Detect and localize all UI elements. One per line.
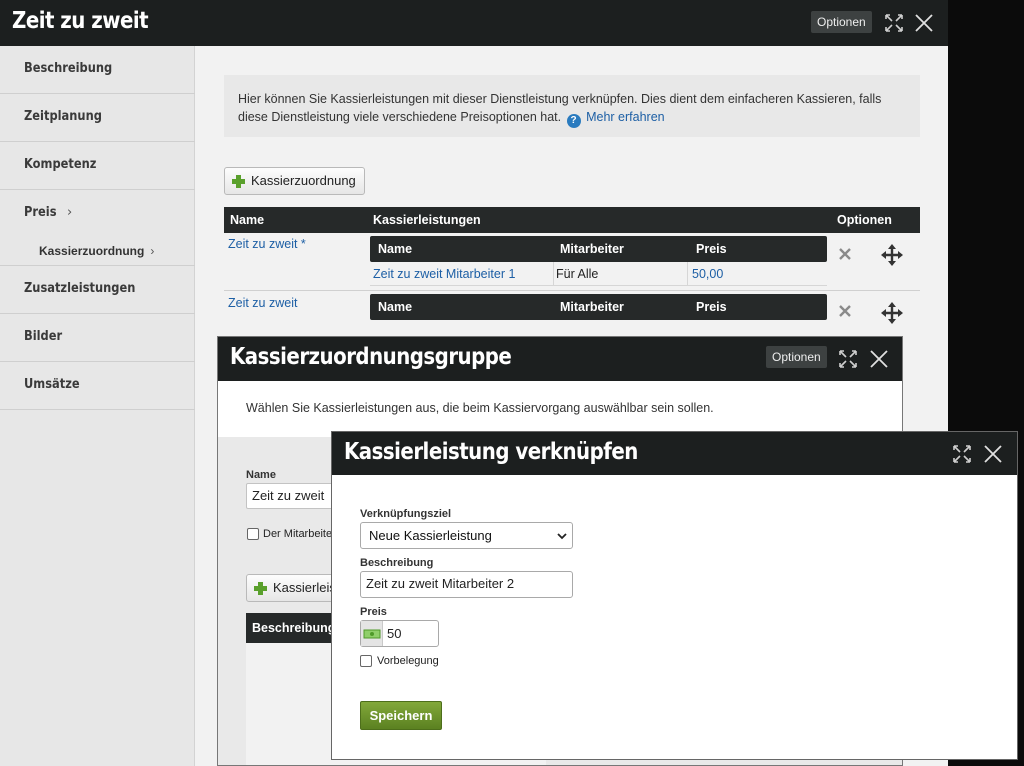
group-description: Wählen Sie Kassierleistungen aus, die be… — [218, 381, 902, 437]
sidebar-item-preis[interactable]: Preis › — [0, 190, 195, 239]
move-icon[interactable] — [880, 301, 904, 325]
info-box: Hier können Sie Kassierleistungen mit di… — [224, 75, 920, 137]
group-checkbox-label: Der Mitarbeite — [263, 528, 333, 540]
close-icon[interactable] — [869, 349, 889, 369]
price-value: 50,00 — [692, 267, 724, 281]
link-dialog-titlebar: Kassierleistung verknüpfen — [332, 432, 1017, 475]
description-input[interactable]: Zeit zu zweit Mitarbeiter 2 — [360, 571, 573, 598]
staff-value: Für Alle — [556, 267, 599, 281]
move-icon[interactable] — [880, 243, 904, 267]
vorbelegung-checkbox[interactable] — [360, 655, 372, 667]
main-window-titlebar: Zeit zu zweit Optionen — [0, 0, 948, 46]
price-input[interactable]: 50 — [360, 620, 439, 647]
close-icon[interactable] — [914, 13, 934, 33]
row-name-link[interactable]: Zeit zu zweit * — [228, 237, 306, 251]
group-options-button[interactable]: Optionen — [766, 346, 827, 368]
link-dialog-title: Kassierleistung verknüpfen — [344, 439, 638, 465]
money-icon — [361, 621, 383, 646]
table-row: Zeit zu zweit Name Mitarbeiter Preis — [224, 291, 920, 331]
sub-table-header: Name Mitarbeiter Preis — [370, 236, 827, 262]
delete-icon[interactable] — [838, 247, 852, 261]
help-icon[interactable]: ? — [566, 114, 581, 128]
column-header-name: Name — [230, 213, 265, 227]
chevron-down-icon — [557, 533, 567, 540]
kassierleistung-link[interactable]: Zeit zu zweit Mitarbeiter 1 — [373, 267, 515, 281]
main-options-button[interactable]: Optionen — [811, 11, 872, 33]
info-text: Hier können Sie Kassierleistungen mit di… — [238, 92, 882, 124]
column-header-optionen: Optionen — [837, 213, 892, 227]
expand-icon[interactable] — [838, 349, 858, 369]
sidebar-item-beschreibung[interactable]: Beschreibung — [0, 46, 195, 94]
chevron-right-icon: › — [66, 205, 73, 220]
name-label: Name — [246, 469, 276, 481]
sub-table-header: Name Mitarbeiter Preis — [370, 294, 827, 320]
sidebar-item-kompetenz[interactable]: Kompetenz — [0, 142, 195, 190]
target-select[interactable]: Neue Kassierleistung — [360, 522, 573, 549]
add-kassierzuordnung-button[interactable]: Kassierzuordnung — [224, 167, 365, 195]
sidebar-item-zeitplanung[interactable]: Zeitplanung — [0, 94, 195, 142]
table-header: Name Kassierleistungen Optionen — [224, 207, 920, 233]
chevron-right-icon: › — [150, 244, 155, 258]
expand-icon[interactable] — [884, 13, 904, 33]
delete-icon[interactable] — [838, 304, 852, 318]
sidebar-subitem-kassierzuordnung[interactable]: Kassierzuordnung › — [0, 239, 195, 266]
description-label: Beschreibung — [360, 557, 434, 569]
link-dialog: Kassierleistung verknüpfen Verknüpfungsz… — [331, 431, 1018, 760]
expand-icon[interactable] — [952, 444, 972, 464]
save-button[interactable]: Speichern — [360, 701, 442, 730]
group-checkbox[interactable] — [247, 528, 259, 540]
main-window-title: Zeit zu zweit — [12, 8, 149, 34]
group-window-titlebar: Kassierzuordnungsgruppe Optionen — [218, 337, 902, 381]
close-icon[interactable] — [983, 444, 1003, 464]
sidebar: Beschreibung Zeitplanung Kompetenz Preis… — [0, 46, 195, 766]
column-header-kassierleistungen: Kassierleistungen — [373, 213, 481, 227]
vorbelegung-label: Vorbelegung — [377, 655, 439, 667]
sidebar-item-bilder[interactable]: Bilder — [0, 314, 195, 362]
sidebar-item-umsaetze[interactable]: Umsätze — [0, 362, 195, 410]
target-label: Verknüpfungsziel — [360, 508, 452, 520]
group-window-title: Kassierzuordnungsgruppe — [230, 344, 512, 370]
sidebar-item-zusatzleistungen[interactable]: Zusatzleistungen — [0, 266, 195, 314]
sub-table-row: Zeit zu zweit Mitarbeiter 1 Für Alle 50,… — [370, 262, 827, 286]
table-row: Zeit zu zweit * Name Mitarbeiter Preis Z… — [224, 233, 920, 291]
price-label: Preis — [360, 606, 387, 618]
row-name-link[interactable]: Zeit zu zweit — [228, 296, 297, 310]
learn-more-link[interactable]: Mehr erfahren — [586, 110, 665, 124]
plus-icon — [254, 582, 267, 595]
plus-icon — [232, 175, 245, 188]
